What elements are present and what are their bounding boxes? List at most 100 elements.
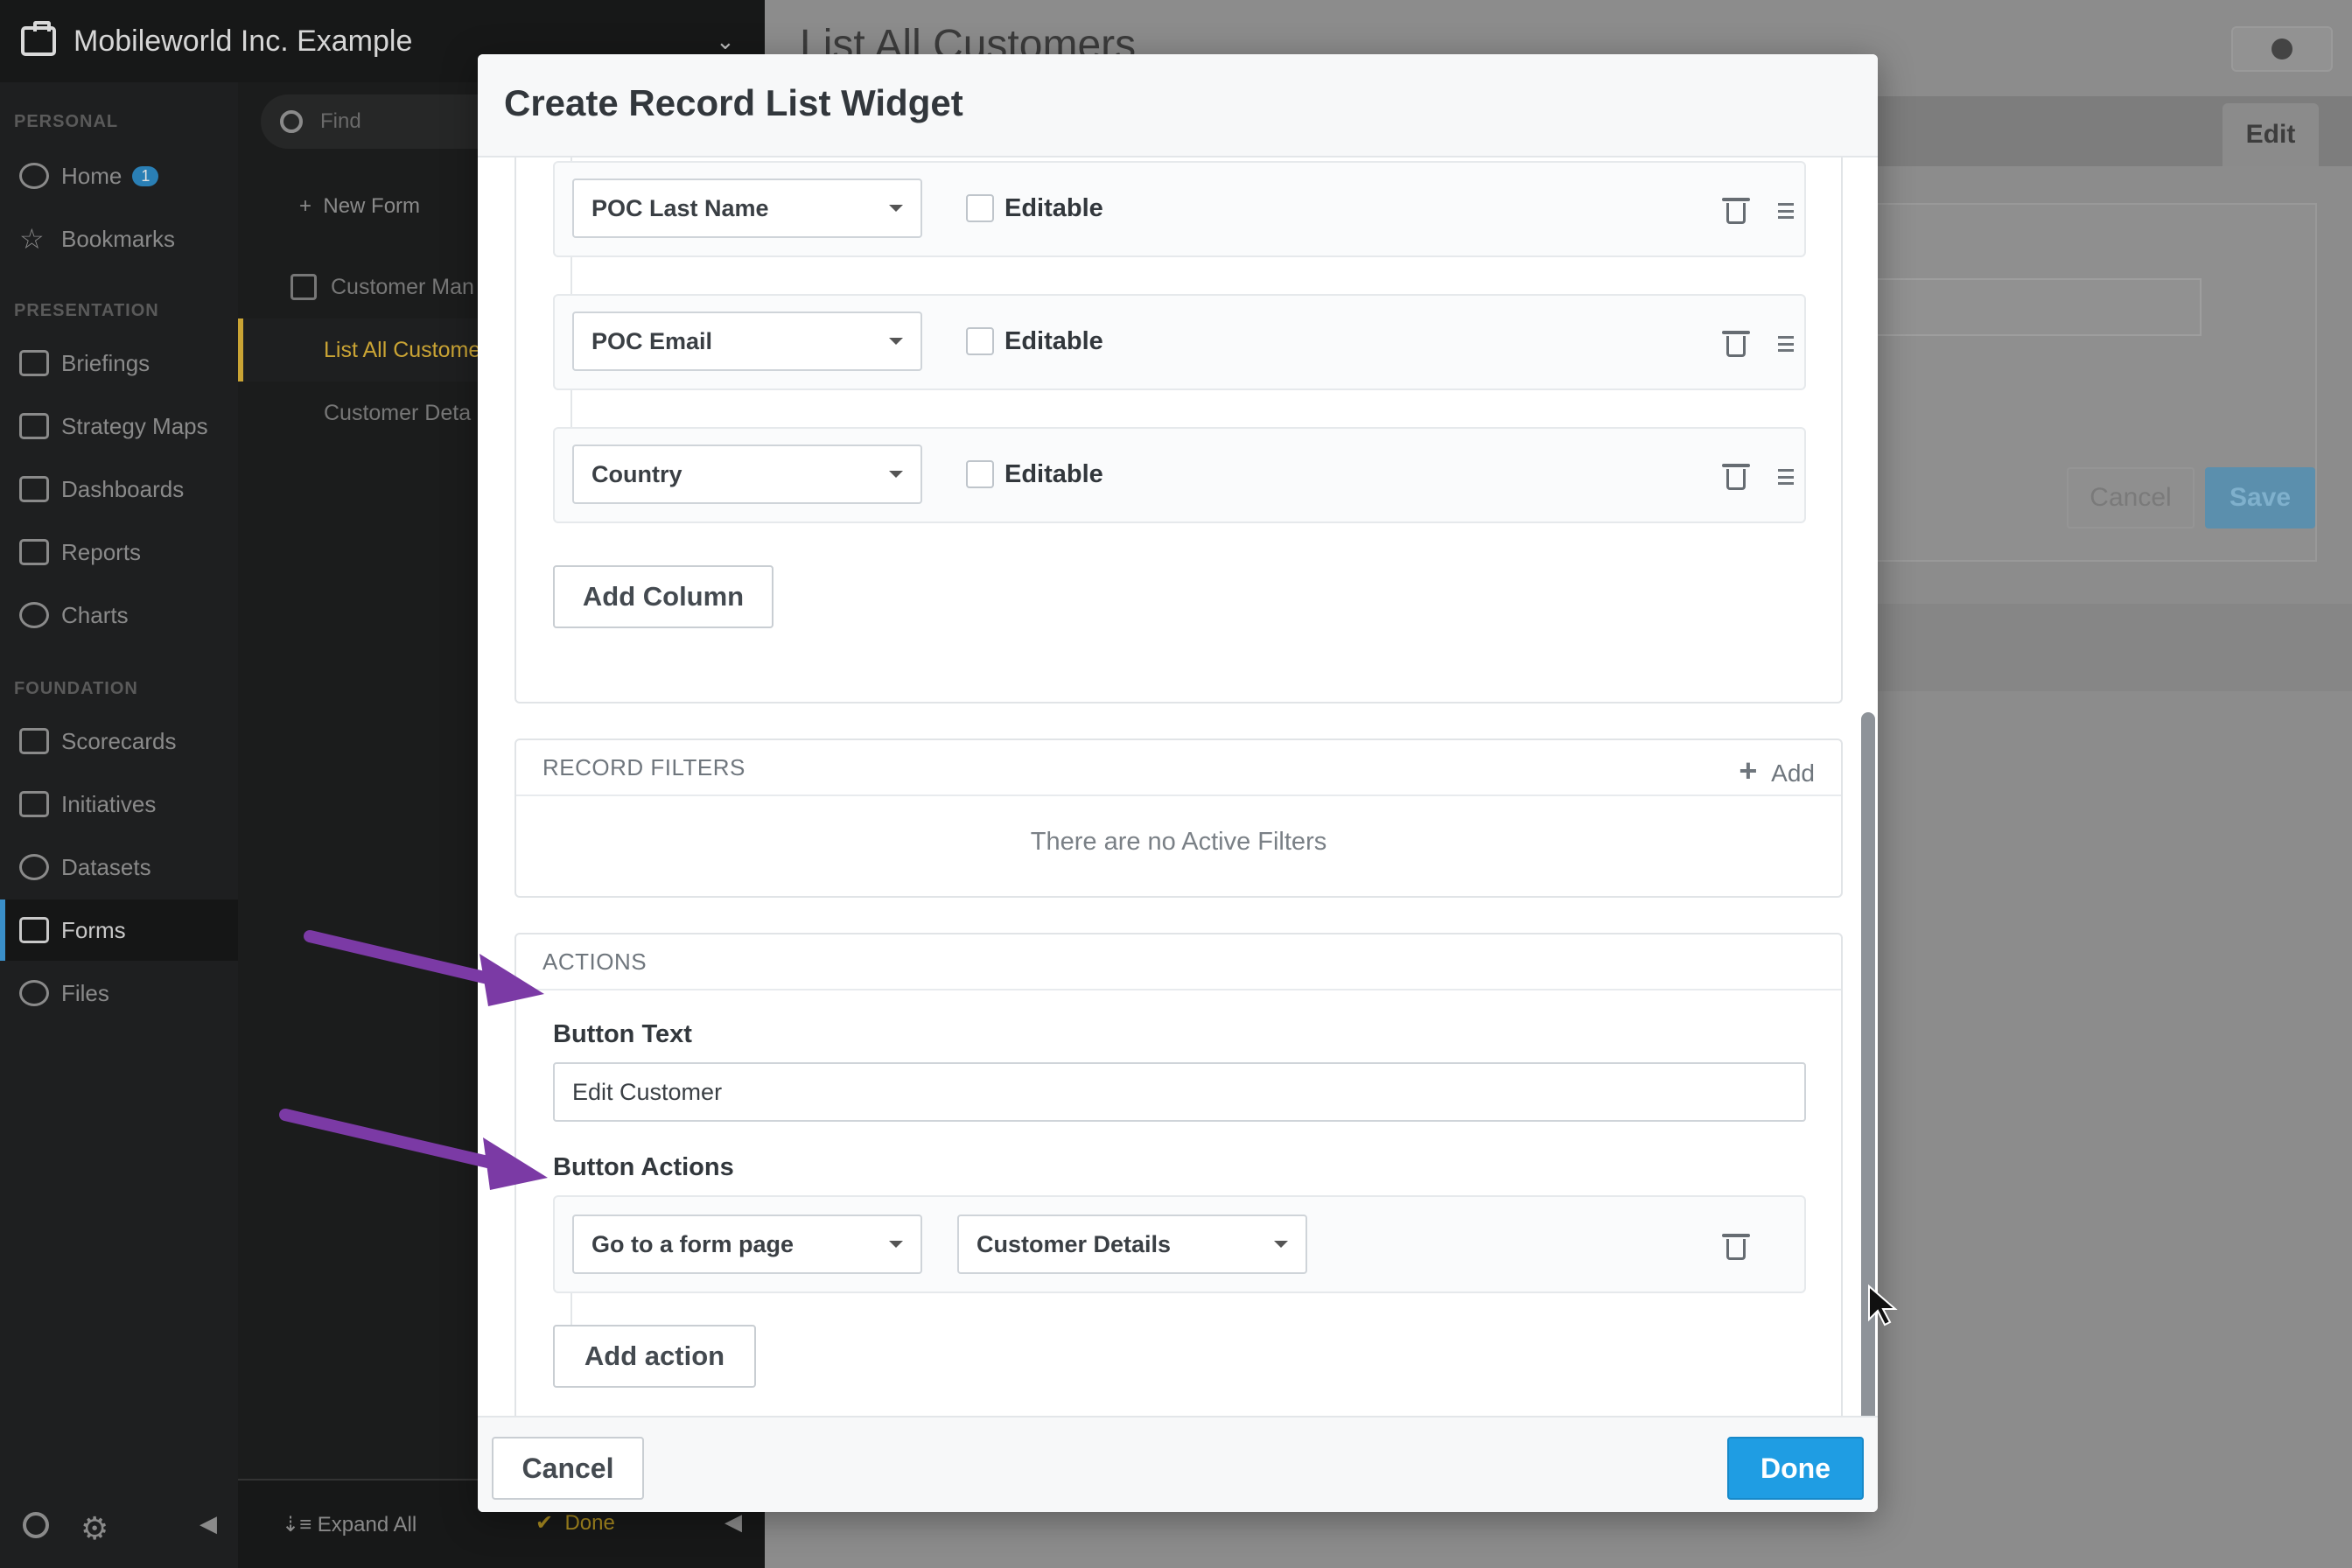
- background-input[interactable]: [1852, 278, 2202, 336]
- dialog-footer: Cancel Done: [478, 1416, 1878, 1512]
- select-value: POC Email: [592, 327, 713, 354]
- dialog-body: POC Last Name Editable POC Email Editabl…: [478, 158, 1878, 1416]
- sidebar-item-charts[interactable]: Charts: [0, 584, 238, 646]
- expand-icon: ⇣≡: [282, 1513, 318, 1536]
- sidebar-item-datasets[interactable]: Datasets: [0, 836, 238, 898]
- button-text-input[interactable]: Edit Customer: [553, 1062, 1806, 1122]
- editable-checkbox[interactable]: [966, 327, 994, 355]
- org-name[interactable]: Mobileworld Inc. Example: [74, 24, 412, 59]
- background-cancel-button[interactable]: Cancel: [2067, 467, 2194, 528]
- sidebar-item-strategy-maps[interactable]: Strategy Maps: [0, 396, 238, 457]
- dialog-scrollbar[interactable]: [1858, 158, 1878, 1416]
- column-field-select[interactable]: Country: [572, 444, 922, 504]
- background-save-button[interactable]: Save: [2205, 467, 2315, 528]
- scrollbar-thumb[interactable]: [1861, 712, 1875, 1416]
- tree-item-label: Customer Man: [331, 274, 474, 299]
- sidebar-item-files[interactable]: Files: [0, 962, 238, 1024]
- caret-down-icon: [889, 205, 903, 212]
- files-icon: [19, 980, 49, 1006]
- caret-down-icon: [889, 471, 903, 478]
- editable-label: Editable: [1004, 460, 1103, 488]
- caret-down-icon: [889, 1241, 903, 1248]
- editable-checkbox[interactable]: [966, 460, 994, 488]
- create-record-list-widget-dialog: Create Record List Widget POC Last Name …: [478, 54, 1878, 1512]
- section-heading: ACTIONS: [542, 948, 648, 975]
- column-field-select[interactable]: POC Email: [572, 312, 922, 371]
- sidebar-item-label: Home: [61, 162, 122, 189]
- action-connector-line: [570, 1293, 572, 1325]
- column-field-select[interactable]: POC Last Name: [572, 178, 922, 238]
- add-filter-button[interactable]: + Add: [1739, 752, 1815, 789]
- editable-label: Editable: [1004, 194, 1103, 222]
- sidebar-item-label: Briefings: [61, 349, 150, 376]
- new-form-button[interactable]: + New Form: [299, 194, 420, 219]
- cube-icon: [19, 854, 49, 880]
- find-placeholder: Find: [320, 109, 361, 133]
- drag-handle-icon[interactable]: [1778, 203, 1794, 219]
- sidebar-item-bookmarks[interactable]: ☆ Bookmarks: [0, 208, 238, 270]
- expand-all-button[interactable]: ⇣≡ Expand All: [282, 1512, 416, 1537]
- action-target-select[interactable]: Customer Details: [957, 1214, 1307, 1274]
- sidebar-item-label: Reports: [61, 538, 142, 565]
- report-icon: [19, 539, 49, 565]
- gear-icon[interactable]: ⚙: [80, 1510, 108, 1547]
- actions-card: ACTIONS Button Text Edit Customer Button…: [514, 933, 1843, 1416]
- history-button[interactable]: [2231, 26, 2333, 72]
- sidebar-item-label: Dashboards: [61, 475, 185, 502]
- record-filters-card: RECORD FILTERS + Add There are no Active…: [514, 738, 1843, 898]
- sidebar-item-label: Scorecards: [61, 727, 177, 754]
- select-value: Customer Details: [976, 1230, 1172, 1257]
- editable-checkbox[interactable]: [966, 194, 994, 222]
- sidebar-item-label: Datasets: [61, 853, 151, 880]
- action-type-select[interactable]: Go to a form page: [572, 1214, 922, 1274]
- sidebar-item-home[interactable]: Home 1: [0, 145, 238, 206]
- trash-icon[interactable]: [1722, 329, 1750, 357]
- forms-done-button[interactable]: ✔ Done: [536, 1510, 615, 1536]
- new-form-label: New Form: [323, 194, 421, 218]
- actions-heading: ACTIONS: [516, 934, 1841, 990]
- collapse-panel-icon[interactable]: ◀: [724, 1508, 742, 1536]
- column-row: POC Last Name Editable: [553, 161, 1806, 257]
- clock-icon: [2272, 38, 2292, 60]
- sidebar-item-dashboards[interactable]: Dashboards: [0, 458, 238, 520]
- notification-badge: 1: [132, 165, 159, 186]
- add-action-button[interactable]: Add action: [553, 1325, 756, 1388]
- trash-icon[interactable]: [1722, 1232, 1750, 1260]
- editable-label: Editable: [1004, 327, 1103, 355]
- sidebar-item-reports[interactable]: Reports: [0, 522, 238, 583]
- sidebar-item-initiatives[interactable]: Initiatives: [0, 774, 238, 835]
- drag-handle-icon[interactable]: [1778, 336, 1794, 352]
- record-filters-heading: RECORD FILTERS: [516, 740, 1841, 796]
- sidebar-item-label: Files: [61, 979, 109, 1006]
- book-icon: [19, 350, 49, 376]
- select-value: Country: [592, 460, 682, 487]
- sidebar-item-label: Strategy Maps: [61, 412, 208, 439]
- collapse-sidebar-icon[interactable]: ◀: [200, 1510, 217, 1537]
- done-button[interactable]: Done: [1727, 1437, 1864, 1500]
- sidebar-item-label: Bookmarks: [61, 225, 176, 252]
- column-row: Country Editable: [553, 427, 1806, 523]
- chevron-down-icon[interactable]: ⌄: [716, 28, 735, 55]
- add-column-button[interactable]: Add Column: [553, 565, 774, 628]
- plus-icon: +: [299, 194, 324, 218]
- sidebar-item-label: Forms: [61, 916, 126, 943]
- plus-icon: +: [1739, 752, 1758, 788]
- sidebar-item-briefings[interactable]: Briefings: [0, 332, 238, 394]
- search-icon[interactable]: [23, 1512, 49, 1538]
- nav-section-foundation: FOUNDATION: [14, 679, 138, 698]
- star-icon: ☆: [19, 223, 45, 255]
- cancel-button[interactable]: Cancel: [492, 1437, 644, 1500]
- strategy-map-icon: [19, 413, 49, 439]
- trash-icon[interactable]: [1722, 196, 1750, 224]
- drag-handle-icon[interactable]: [1778, 469, 1794, 485]
- trash-icon[interactable]: [1722, 462, 1750, 490]
- select-value: POC Last Name: [592, 194, 769, 221]
- sidebar-item-forms[interactable]: Forms: [0, 900, 238, 961]
- sidebar-item-scorecards[interactable]: Scorecards: [0, 710, 238, 772]
- form-icon: [19, 917, 49, 943]
- tab-edit[interactable]: Edit: [2222, 103, 2319, 166]
- column-row: POC Email Editable: [553, 294, 1806, 390]
- sidebar-item-label: Initiatives: [61, 790, 157, 817]
- button-text-label: Button Text: [553, 1020, 692, 1048]
- action-row: Go to a form page Customer Details: [553, 1195, 1806, 1293]
